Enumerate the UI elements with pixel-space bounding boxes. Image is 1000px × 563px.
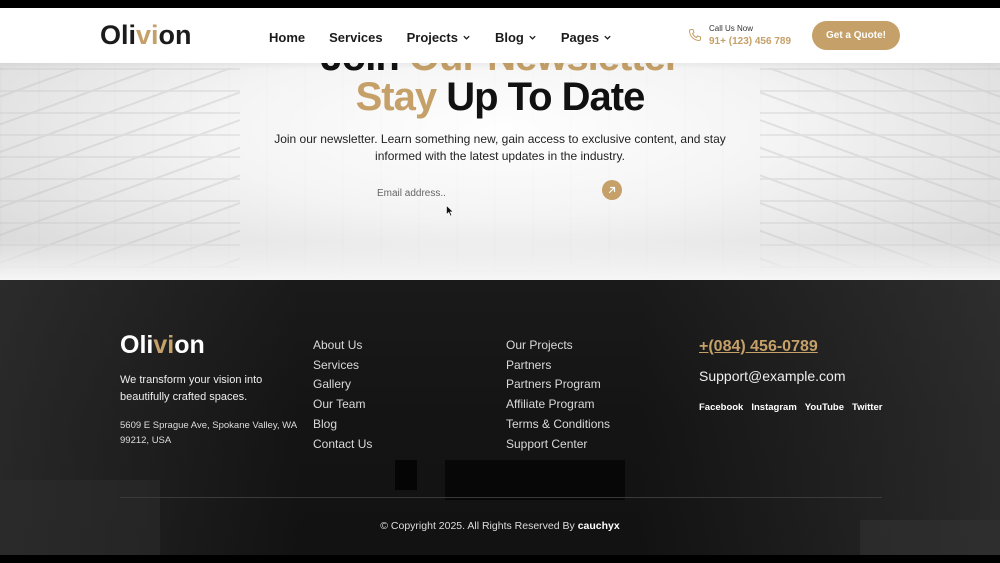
footer-link-about-us[interactable]: About Us — [313, 336, 372, 356]
site-footer: Olivion We transform your vision into be… — [0, 280, 1000, 555]
footer-links-resources: Our Projects Partners Partners Program A… — [506, 336, 610, 454]
call-label: Call Us Now — [709, 24, 754, 33]
chevron-down-icon — [463, 35, 470, 40]
arrow-up-right-icon — [608, 186, 616, 194]
nav-item-home[interactable]: Home — [269, 30, 305, 45]
browser-viewport: Join Our Newsletter Stay Up To Date Join… — [0, 8, 1000, 555]
mouse-cursor-icon — [446, 205, 454, 217]
footer-phone-link[interactable]: +(084) 456-0789 — [699, 338, 818, 356]
copyright-text: © Copyright 2025. All Rights Reserved By… — [380, 520, 620, 532]
footer-link-gallery[interactable]: Gallery — [313, 375, 372, 395]
footer-link-terms[interactable]: Terms & Conditions — [506, 415, 610, 435]
get-quote-button[interactable]: Get a Quote! — [812, 21, 900, 50]
nav-item-blog[interactable]: Blog — [495, 30, 537, 45]
phone-icon — [688, 29, 701, 42]
footer-link-affiliate-program[interactable]: Affiliate Program — [506, 395, 610, 415]
social-link-instagram[interactable]: Instagram — [751, 402, 796, 413]
site-logo[interactable]: Olivion — [100, 20, 192, 50]
footer-tagline: We transform your vision into beautifull… — [120, 374, 263, 403]
footer-link-services[interactable]: Services — [313, 356, 372, 376]
email-input[interactable] — [372, 182, 592, 204]
footer-email[interactable]: Support@example.com — [699, 368, 846, 384]
call-us-block[interactable]: Call Us Now 91+ (123) 456 789 — [688, 23, 808, 51]
social-link-twitter[interactable]: Twitter — [852, 402, 882, 413]
call-phone[interactable]: 91+ (123) 456 789 — [709, 36, 791, 47]
footer-link-partners[interactable]: Partners — [506, 356, 610, 376]
footer-social-links: Facebook Instagram YouTube Twitter — [699, 402, 890, 413]
chevron-down-icon — [529, 35, 536, 40]
footer-link-support-center[interactable]: Support Center — [506, 435, 610, 455]
newsletter-title: Stay Up To Date — [355, 75, 646, 119]
footer-link-partners-program[interactable]: Partners Program — [506, 375, 610, 395]
footer-link-our-projects[interactable]: Our Projects — [506, 336, 610, 356]
footer-link-contact-us[interactable]: Contact Us — [313, 435, 372, 455]
chevron-down-icon — [604, 35, 611, 40]
site-header: Olivion Home Services Projects Blog Page… — [0, 8, 1000, 63]
footer-logo[interactable]: Olivion — [120, 331, 205, 359]
footer-divider — [120, 497, 882, 498]
nav-item-pages[interactable]: Pages — [561, 30, 612, 45]
newsletter-form — [372, 180, 628, 206]
nav-item-services[interactable]: Services — [329, 30, 383, 45]
footer-link-our-team[interactable]: Our Team — [313, 395, 372, 415]
nav-item-projects[interactable]: Projects — [407, 30, 471, 45]
social-link-facebook[interactable]: Facebook — [699, 402, 743, 413]
footer-link-blog[interactable]: Blog — [313, 415, 372, 435]
newsletter-submit-button[interactable] — [602, 180, 622, 200]
footer-links-company: About Us Services Gallery Our Team Blog … — [313, 336, 372, 454]
copyright-brand-link[interactable]: cauchyx — [578, 520, 620, 532]
social-link-youtube[interactable]: YouTube — [805, 402, 844, 413]
newsletter-description: Join our newsletter. Learn something new… — [274, 132, 726, 163]
main-nav: Home Services Projects Blog Pages — [269, 27, 612, 47]
footer-address: 5609 E Sprague Ave, Spokane Valley, WA 9… — [120, 420, 297, 446]
